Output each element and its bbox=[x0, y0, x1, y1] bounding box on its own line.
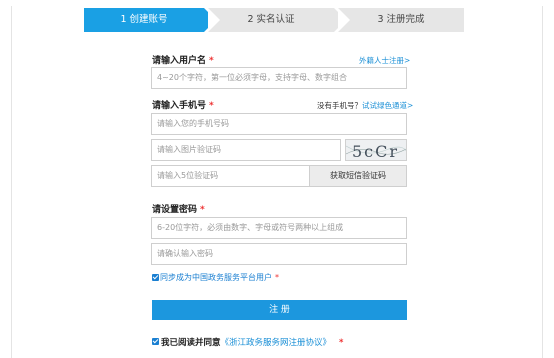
step-divider bbox=[208, 8, 220, 32]
password-input[interactable]: 6-20位字符，必须由数字、字母或符号两种以上组成 bbox=[151, 217, 407, 239]
username-input[interactable]: 4~20个字符，第一位必须字母，支持字母、数字组合 bbox=[151, 67, 407, 89]
step-complete: 3 注册完成 bbox=[338, 8, 464, 32]
image-code-input[interactable]: 请输入图片验证码 bbox=[151, 139, 341, 161]
no-phone-text: 没有手机号？ bbox=[317, 101, 362, 110]
sync-checkbox[interactable] bbox=[152, 274, 159, 281]
foreign-register-link[interactable]: 外籍人士注册> bbox=[359, 55, 410, 66]
agreement-text: 我已阅读并同意《浙江政务服务网注册协议》 * bbox=[161, 338, 344, 348]
captcha-text: 5cCr bbox=[352, 142, 399, 161]
password-label: 请设置密码 * bbox=[152, 205, 205, 215]
phone-label: 请输入手机号 * bbox=[152, 101, 214, 111]
step-create-account: 1 创建账号 bbox=[84, 8, 204, 32]
get-sms-code-button[interactable]: 获取短信验证码 bbox=[309, 165, 407, 187]
captcha-image[interactable]: 5cCr bbox=[345, 139, 407, 161]
confirm-password-input[interactable]: 请确认输入密码 bbox=[151, 243, 407, 265]
step-real-name: 2 实名认证 bbox=[208, 8, 334, 32]
agreement-link[interactable]: 《浙江政务服务网注册协议》 bbox=[221, 338, 332, 348]
username-label: 请输入用户名 * bbox=[152, 56, 214, 66]
progress-steps: 1 创建账号 2 实名认证 3 注册完成 bbox=[84, 8, 464, 32]
sync-option-label: 同步成为中国政务服务平台用户 * bbox=[160, 273, 279, 282]
agreement-checkbox[interactable] bbox=[152, 338, 159, 345]
green-channel-link[interactable]: 试试绿色通道> bbox=[362, 101, 413, 110]
green-channel: 没有手机号？试试绿色通道> bbox=[317, 100, 413, 111]
register-button[interactable]: 注 册 bbox=[152, 300, 407, 320]
phone-input[interactable]: 请输入您的手机号码 bbox=[151, 113, 407, 135]
step-divider bbox=[338, 8, 350, 32]
